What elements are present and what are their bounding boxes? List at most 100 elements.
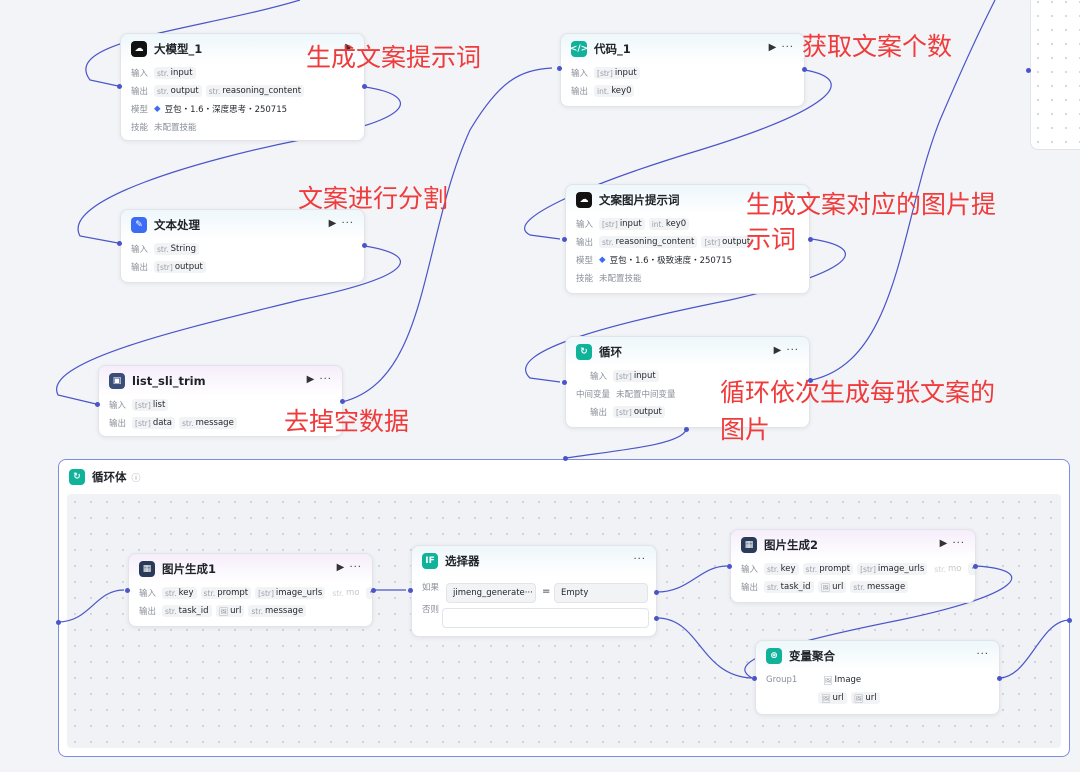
annotation-gen-prompt: 生成文案提示词 (306, 43, 482, 72)
more-icon[interactable]: ··· (976, 649, 989, 660)
node-title: list_sli_trim (132, 374, 206, 388)
mid-var-value: 未配置中间变量 (616, 390, 676, 400)
node-image-gen2[interactable]: ▦ 图片生成2 ▶ ··· 输入 str. key str. prompt [str… (730, 529, 976, 603)
param-tag: str. String (154, 243, 200, 255)
node-controls[interactable]: ▶ ··· (940, 538, 965, 549)
more-icon[interactable]: ··· (319, 374, 332, 385)
annotation-loop-1: 循环依次生成每张文案的 (720, 378, 996, 407)
partial-panel-top-right (1030, 0, 1080, 150)
port-dot[interactable] (1026, 68, 1031, 73)
info-icon[interactable]: ⓘ (132, 471, 141, 484)
port-dot[interactable] (727, 564, 732, 569)
run-icon[interactable]: ▶ (307, 374, 316, 385)
param-tag: str. output (154, 85, 202, 97)
model-name: 豆包・1.6・极致速度・250715 (609, 256, 733, 266)
more-icon[interactable]: ··· (952, 538, 965, 549)
port-dot[interactable] (654, 590, 659, 595)
port-dot[interactable] (340, 399, 345, 404)
run-icon[interactable]: ▶ (329, 218, 338, 229)
input-label: 输入 (571, 69, 589, 79)
param-tag-faded: str. mo (934, 564, 962, 574)
wire-trim-to-code (341, 67, 553, 403)
param-tag: [str] input (613, 370, 659, 382)
doubao-model-icon: ◆ (599, 255, 606, 265)
port-dot[interactable] (752, 676, 757, 681)
param-tag: [str] image_urls (255, 587, 326, 599)
param-tag-faded: str. mo (332, 588, 360, 598)
port-dot[interactable] (808, 237, 813, 242)
node-controls[interactable]: ▶ ··· (769, 42, 794, 53)
port-dot[interactable] (562, 380, 567, 385)
else-branch-field[interactable] (442, 608, 649, 628)
output-label: 输出 (131, 87, 149, 97)
param-tag: [str] output (154, 261, 206, 273)
annotation-image-prompt-2: 示词 (746, 225, 797, 254)
param-tag: 🖼 url (818, 692, 847, 704)
more-icon[interactable]: ··· (633, 554, 646, 565)
node-title: 选择器 (445, 554, 480, 568)
condition-var-field[interactable]: jimeng_generate··· (446, 583, 536, 603)
loop-icon: ↻ (576, 344, 592, 360)
more-icon[interactable]: ··· (349, 562, 362, 573)
port-dot[interactable] (125, 588, 130, 593)
port-dot[interactable] (997, 676, 1002, 681)
run-icon[interactable]: ▶ (769, 42, 778, 53)
more-icon[interactable]: ··· (341, 218, 354, 229)
param-tag: 🖼 url (817, 581, 847, 593)
output-label: 输出 (139, 607, 157, 617)
param-tag: [str] input (594, 67, 640, 79)
port-dot[interactable] (117, 84, 122, 89)
port-dot[interactable] (557, 66, 562, 71)
port-dot[interactable] (362, 243, 367, 248)
node-controls[interactable]: ▶ ··· (329, 218, 354, 229)
port-dot[interactable] (563, 456, 568, 461)
skill-value: 未配置技能 (599, 274, 642, 284)
model-name: 豆包・1.6・深度思考・250715 (164, 105, 288, 115)
port-dot[interactable] (408, 588, 413, 593)
plugin-cube-icon: ▣ (109, 373, 125, 389)
node-title: 循环 (599, 345, 622, 359)
input-label: 输入 (741, 565, 759, 575)
if-icon: IF (422, 553, 438, 569)
node-code1[interactable]: </> 代码_1 ▶ ··· 输入 [str] input 输出 int. key0 (560, 33, 805, 107)
node-controls[interactable]: ▶ ··· (337, 562, 362, 573)
port-dot[interactable] (684, 427, 689, 432)
annotation-remove-empty: 去掉空数据 (284, 407, 410, 436)
port-dot[interactable] (95, 402, 100, 407)
condition-operator[interactable]: = (542, 586, 550, 597)
input-label: 输入 (131, 69, 149, 79)
param-tag: str. task_id (162, 605, 212, 617)
skill-value: 未配置技能 (154, 123, 197, 133)
node-title: 文案图片提示词 (599, 193, 680, 207)
run-icon[interactable]: ▶ (337, 562, 346, 573)
param-tag: str. task_id (764, 581, 814, 593)
node-controls[interactable]: ▶ ··· (774, 345, 799, 356)
port-dot[interactable] (654, 616, 659, 621)
condition-value-field[interactable]: Empty (554, 583, 648, 603)
port-dot[interactable] (973, 564, 978, 569)
node-text-process[interactable]: ✎ 文本处理 ▶ ··· 输入 str. String 输出 [str] outpu… (120, 209, 365, 283)
port-dot[interactable] (562, 237, 567, 242)
run-icon[interactable]: ▶ (774, 345, 783, 356)
node-selector[interactable]: IF 选择器 ··· 如果 否则 jimeng_generate··· = Em… (411, 545, 657, 637)
port-dot[interactable] (802, 67, 807, 72)
param-tag: str. reasoning_content (205, 85, 305, 97)
port-dot[interactable] (371, 588, 376, 593)
param-tag: [str] output (613, 406, 665, 418)
node-controls[interactable]: ▶ ··· (307, 374, 332, 385)
llm-icon: ☁ (131, 41, 147, 57)
port-dot[interactable] (117, 241, 122, 246)
port-dot[interactable] (56, 620, 61, 625)
run-icon[interactable]: ▶ (940, 538, 949, 549)
more-icon[interactable]: ··· (781, 42, 794, 53)
port-dot[interactable] (1067, 618, 1072, 623)
more-icon[interactable]: ··· (786, 345, 799, 356)
aggregate-icon: ⊛ (766, 648, 782, 664)
node-variable-aggregate[interactable]: ⊛ 变量聚合 ··· Group1 🖼 Image 🖼 url 🖼 url (755, 640, 1000, 715)
node-title: 图片生成2 (764, 538, 819, 552)
group-name-tag: 🖼 Image (823, 675, 862, 685)
output-label: 输出 (741, 583, 759, 593)
port-dot[interactable] (362, 84, 367, 89)
node-image-gen1[interactable]: ▦ 图片生成1 ▶ ··· 输入 str. key str. prompt [str… (128, 553, 373, 627)
model-label: 模型 (576, 256, 594, 266)
